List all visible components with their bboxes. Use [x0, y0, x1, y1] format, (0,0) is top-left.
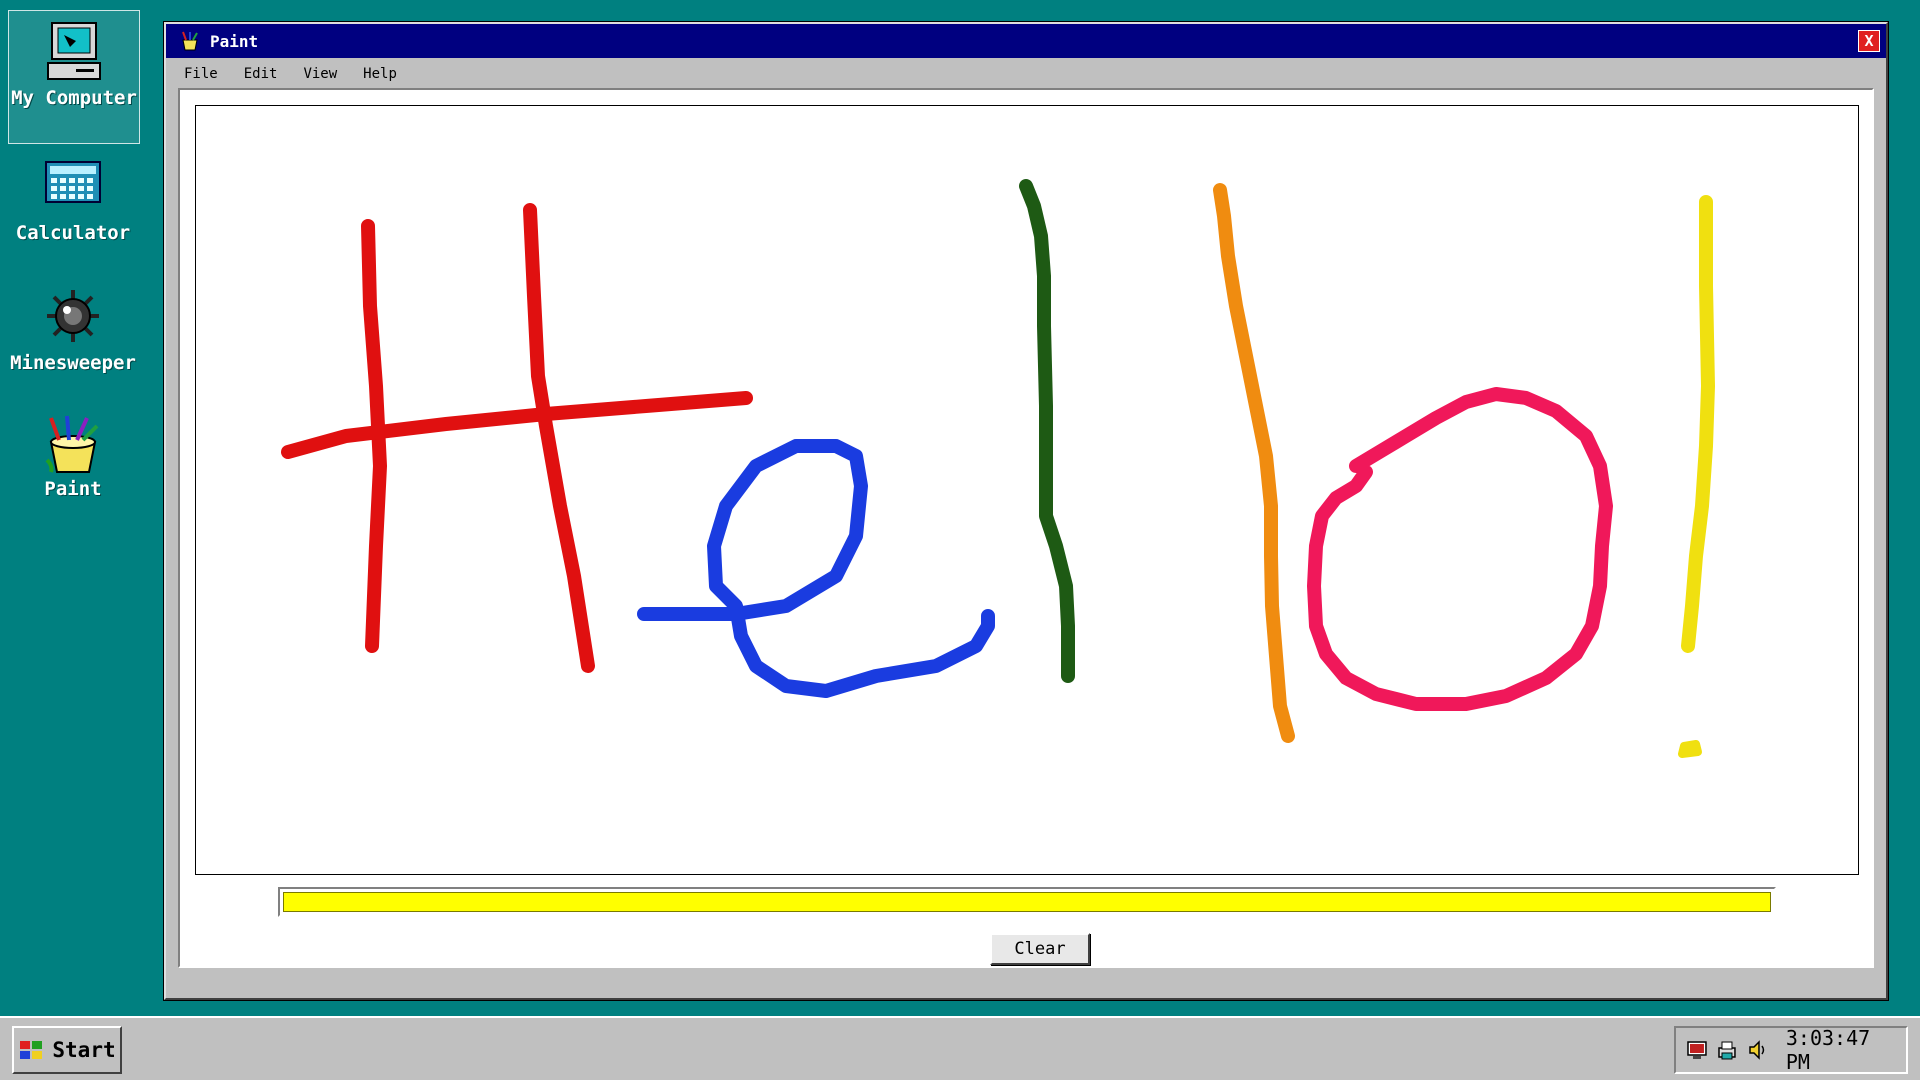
menu-bar: File Edit View Help — [166, 60, 1886, 88]
stroke-e — [637, 439, 995, 698]
menu-view[interactable]: View — [303, 66, 337, 82]
speaker-icon[interactable] — [1746, 1039, 1768, 1061]
paint-client-area: Clear — [178, 88, 1874, 968]
stroke-h-right — [523, 203, 595, 673]
close-icon: X — [1864, 32, 1874, 50]
stroke-l-second — [1213, 183, 1295, 743]
computer-icon — [47, 22, 101, 80]
paint-icon — [45, 415, 99, 473]
window-title: Paint — [210, 31, 259, 51]
stroke-h-bar — [281, 391, 753, 459]
calculator-icon — [45, 161, 101, 203]
drawing-layer — [281, 179, 1715, 758]
start-button[interactable]: Start — [12, 1026, 122, 1074]
desktop-icon-label: Paint — [44, 478, 102, 500]
stroke-exclamation — [1681, 195, 1715, 653]
printer-icon[interactable] — [1716, 1039, 1738, 1061]
menu-edit[interactable]: Edit — [244, 66, 278, 82]
paint-icon — [182, 31, 198, 51]
desktop-icon-paint[interactable]: Paint — [8, 414, 138, 500]
title-bar[interactable]: Paint X — [166, 24, 1886, 58]
drawing-canvas[interactable] — [195, 105, 1859, 875]
current-color-swatch — [283, 892, 1771, 912]
desktop-icon-label: My Computer — [11, 87, 137, 109]
desktop-icon-my-computer[interactable]: My Computer — [8, 10, 140, 144]
menu-help[interactable]: Help — [363, 66, 397, 82]
desktop-icon-label: Calculator — [15, 222, 131, 244]
start-label: Start — [52, 1038, 116, 1062]
system-tray: 3:03:47 PM — [1674, 1026, 1908, 1074]
desktop-icon-calculator[interactable]: Calculator — [8, 160, 138, 244]
desktop-icon-minesweeper[interactable]: Minesweeper — [8, 288, 138, 374]
clock: 3:03:47 PM — [1785, 1026, 1871, 1074]
stroke-o — [1307, 387, 1613, 711]
paint-window: Paint X File Edit View Help Clear — [164, 22, 1888, 1000]
stroke-l-first — [1019, 179, 1075, 683]
desktop-icon-label: Minesweeper — [10, 352, 136, 374]
mine-icon — [47, 290, 99, 342]
color-bar[interactable] — [278, 887, 1776, 917]
stroke-exclamation-dot — [1678, 740, 1702, 758]
clear-button[interactable]: Clear — [990, 933, 1090, 965]
windows-logo-icon — [20, 1041, 43, 1059]
close-button[interactable]: X — [1858, 30, 1880, 52]
taskbar: Start 3:03:47 PM — [0, 1016, 1920, 1080]
menu-file[interactable]: File — [184, 66, 218, 82]
monitor-icon[interactable] — [1686, 1039, 1708, 1061]
